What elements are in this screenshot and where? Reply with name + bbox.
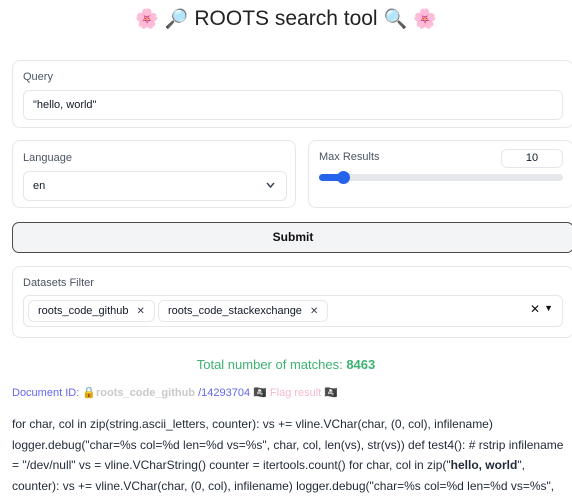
snippet-highlight: hello, world <box>451 458 518 472</box>
language-panel: Language en <box>12 140 296 208</box>
pirate-flag-icon: 🏴‍☠️ <box>253 386 267 399</box>
lock-icon: 🔒 <box>82 386 96 399</box>
language-label: Language <box>23 152 72 164</box>
cherry-blossom-icon: 🌸 <box>413 8 437 30</box>
document-id-line: Document ID: 🔒roots_code_github /1429370… <box>12 386 338 399</box>
dataset-chip: roots_code_github ✕ <box>28 300 155 322</box>
snippet-line: = "/dev/null" vs = vline.VCharString() c… <box>12 455 572 476</box>
cherry-blossom-icon: 🌸 <box>135 8 159 30</box>
total-matches: Total number of matches: 8463 <box>0 357 572 372</box>
query-input[interactable]: "hello, world" <box>23 90 563 120</box>
remove-chip-icon[interactable]: ✕ <box>137 306 145 317</box>
max-results-number-input[interactable]: 10 <box>501 149 563 168</box>
total-matches-count: 8463 <box>346 357 375 372</box>
snippet-text: for char, col in zip(string.ascii_letter… <box>12 417 493 431</box>
pirate-flag-icon: 🏴‍☠️ <box>324 386 338 399</box>
document-dataset: roots_code_github <box>96 387 195 399</box>
dataset-chip-label: roots_code_stackexchange <box>168 305 302 317</box>
submit-button[interactable]: Submit <box>12 222 572 253</box>
snippet-line: logger.debug("char=%s col=%d len=%d vs=%… <box>12 435 572 456</box>
query-label: Query <box>23 71 53 83</box>
snippet-text: = "/dev/null" vs = vline.VCharString() c… <box>12 458 451 472</box>
document-id-label: Document ID: <box>12 387 79 399</box>
dataset-chip: roots_code_stackexchange ✕ <box>158 300 328 322</box>
query-panel: Query "hello, world" <box>12 60 572 128</box>
remove-chip-icon[interactable]: ✕ <box>310 306 318 317</box>
max-results-panel: Max Results 10 <box>308 140 572 208</box>
page-title: 🌸 🔎 ROOTS search tool 🔍 🌸 <box>0 4 572 34</box>
magnifier-icon: 🔎 <box>165 8 189 30</box>
slider-thumb[interactable] <box>337 171 350 184</box>
document-number-link[interactable]: /14293704 <box>198 387 250 399</box>
clear-all-icon[interactable]: ✕ <box>530 302 540 316</box>
chevron-down-icon <box>265 172 276 211</box>
snippet-text: ", <box>517 458 525 472</box>
datasets-multiselect[interactable]: roots_code_github ✕ roots_code_stackexcha… <box>23 295 563 327</box>
datasets-filter-label: Datasets Filter <box>23 277 94 289</box>
snippet-text: logger.debug("char=%s col=%d len=%d vs=%… <box>12 438 563 452</box>
snippet-line: for char, col in zip(string.ascii_letter… <box>12 414 572 435</box>
snippet-line: counter): vs += vline.VChar(char, (0, co… <box>12 476 572 496</box>
language-select[interactable]: en <box>23 171 287 201</box>
page-title-text: ROOTS search tool <box>194 7 377 30</box>
datasets-filter-panel: Datasets Filter roots_code_github ✕ roots… <box>12 266 572 338</box>
dropdown-caret-icon[interactable]: ▼ <box>544 303 553 313</box>
flag-result-link[interactable]: Flag result <box>270 387 321 399</box>
total-matches-label: Total number of matches: <box>197 357 343 372</box>
max-results-label: Max Results <box>319 151 380 163</box>
dataset-chip-label: roots_code_github <box>38 305 129 317</box>
snippet-text: counter): vs += vline.VChar(char, (0, co… <box>12 479 554 493</box>
language-selected-value: en <box>33 180 45 192</box>
magnifier-icon: 🔍 <box>383 8 407 30</box>
max-results-slider[interactable] <box>319 174 563 181</box>
result-snippet: for char, col in zip(string.ascii_letter… <box>12 414 572 496</box>
